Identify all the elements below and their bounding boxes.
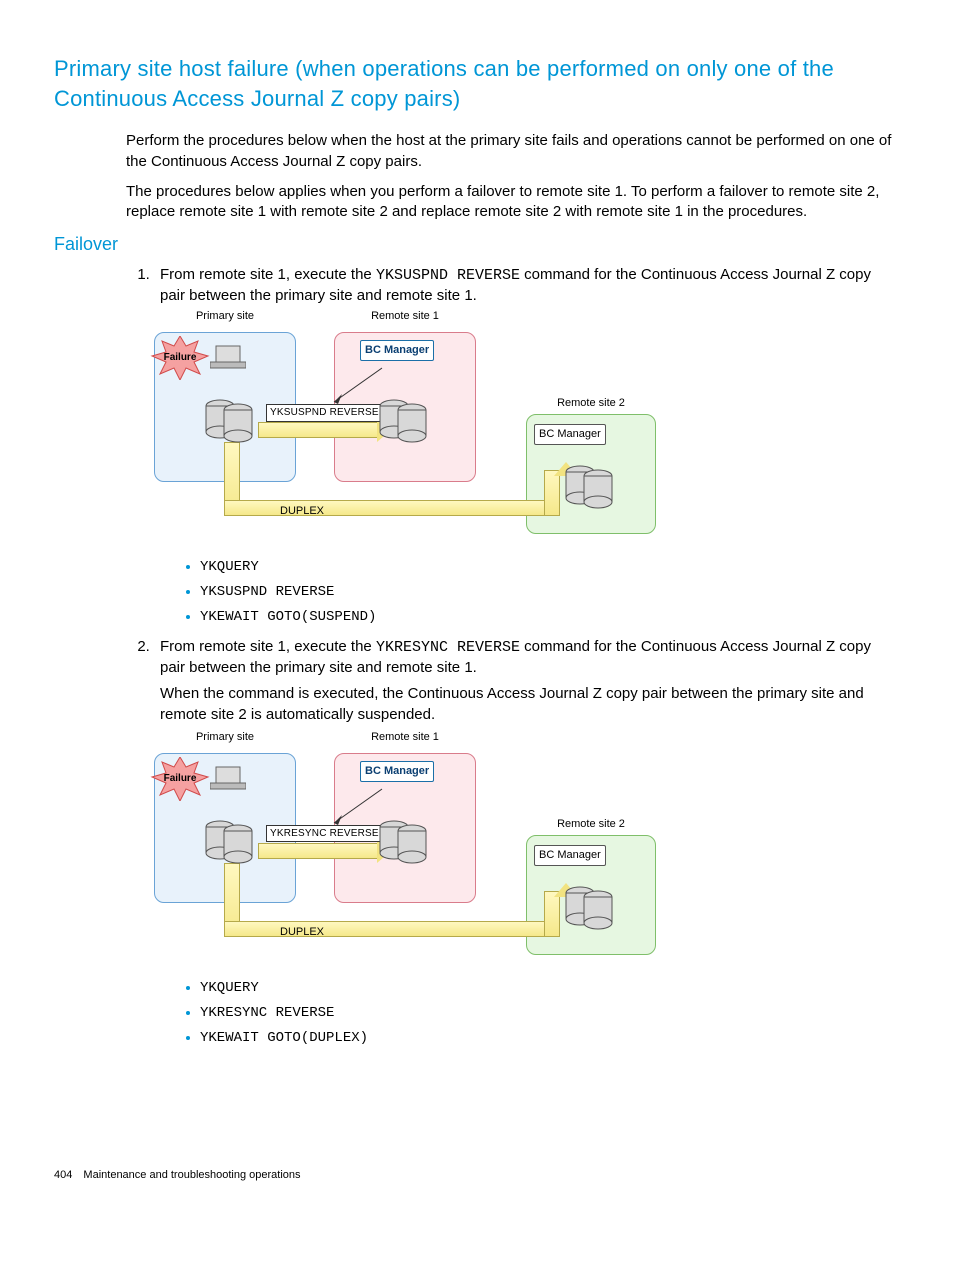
bc-manager-remote2: BC Manager — [534, 424, 606, 445]
step-1-inline-cmd: YKSUSPND REVERSE — [376, 267, 520, 284]
db-icon — [564, 885, 620, 931]
section-failover: Failover — [54, 232, 900, 256]
page-footer: 404 Maintenance and troubleshooting oper… — [54, 1168, 900, 1183]
label-remote-site-2: Remote site 2 — [526, 396, 656, 411]
fat-arrow-up — [544, 470, 560, 516]
db-icon — [204, 819, 260, 865]
bc-manager-remote1: BC Manager — [360, 761, 434, 782]
diagram-yksuspnd: Primary site Remote site 1 Remote site 2… — [154, 314, 664, 544]
cmd-item: YKEWAIT GOTO(SUSPEND) — [200, 608, 900, 627]
step-1: From remote site 1, execute the YKSUSPND… — [154, 265, 900, 627]
bc-manager-remote1: BC Manager — [360, 340, 434, 361]
footer-section: Maintenance and troubleshooting operatio… — [83, 1169, 300, 1181]
cmd-item: YKQUERY — [200, 979, 900, 998]
step-1-commands: YKQUERY YKSUSPND REVERSE YKEWAIT GOTO(SU… — [190, 558, 900, 627]
cmd-item: YKQUERY — [200, 558, 900, 577]
failure-icon: Failure — [150, 757, 210, 801]
command-box: YKRESYNC REVERSE — [266, 825, 383, 843]
command-box: YKSUSPND REVERSE — [266, 404, 383, 422]
host-icon — [210, 344, 246, 370]
step-1-text-pre: From remote site 1, execute the — [160, 266, 376, 283]
step-2-note: When the command is executed, the Contin… — [160, 684, 900, 725]
cmd-item: YKRESYNC REVERSE — [200, 1004, 900, 1023]
label-primary-site: Primary site — [154, 730, 296, 745]
host-icon — [210, 765, 246, 791]
cmd-item: YKEWAIT GOTO(DUPLEX) — [200, 1029, 900, 1048]
fat-arrow-primary-remote1 — [258, 843, 378, 859]
label-remote-site-1: Remote site 1 — [334, 309, 476, 324]
fat-arrow-up — [544, 891, 560, 937]
step-2: From remote site 1, execute the YKRESYNC… — [154, 637, 900, 1048]
label-remote-site-2: Remote site 2 — [526, 817, 656, 832]
db-icon — [378, 819, 434, 865]
fat-arrow-across — [224, 921, 560, 937]
fat-arrow-primary-remote1 — [258, 422, 378, 438]
cmd-item: YKSUSPND REVERSE — [200, 583, 900, 602]
fat-arrow-across — [224, 500, 560, 516]
step-2-text-pre: From remote site 1, execute the — [160, 638, 376, 655]
label-remote-site-1: Remote site 1 — [334, 730, 476, 745]
page-number: 404 — [54, 1169, 72, 1181]
duplex-label: DUPLEX — [280, 925, 324, 940]
bc-manager-remote2: BC Manager — [534, 845, 606, 866]
db-icon — [378, 398, 434, 444]
intro-paragraph-2: The procedures below applies when you pe… — [126, 182, 900, 223]
label-primary-site: Primary site — [154, 309, 296, 324]
duplex-label: DUPLEX — [280, 504, 324, 519]
step-2-inline-cmd: YKRESYNC REVERSE — [376, 639, 520, 656]
page-title: Primary site host failure (when operatio… — [54, 54, 900, 113]
intro-paragraph-1: Perform the procedures below when the ho… — [126, 131, 900, 172]
failure-icon: Failure — [150, 336, 210, 380]
diagram-ykresync: Primary site Remote site 1 Remote site 2… — [154, 735, 664, 965]
db-icon — [564, 464, 620, 510]
step-2-commands: YKQUERY YKRESYNC REVERSE YKEWAIT GOTO(DU… — [190, 979, 900, 1048]
db-icon — [204, 398, 260, 444]
step-list: From remote site 1, execute the YKSUSPND… — [126, 265, 900, 1048]
